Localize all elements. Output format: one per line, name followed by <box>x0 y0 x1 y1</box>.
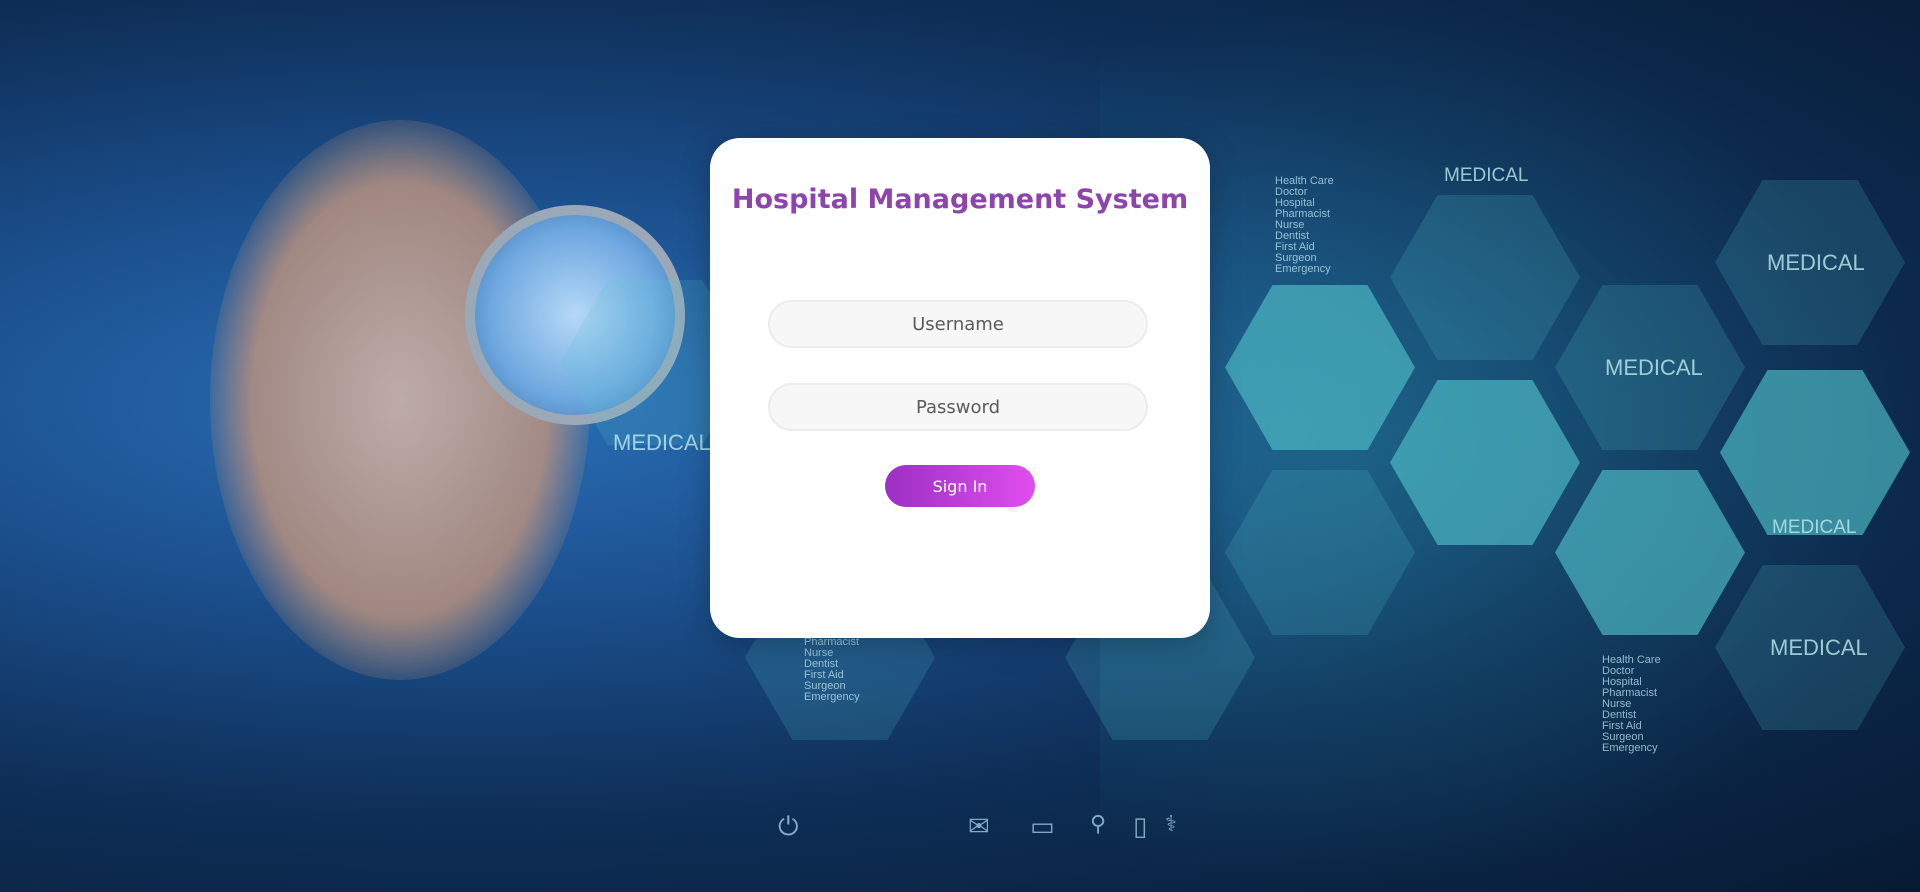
password-input[interactable] <box>768 383 1148 431</box>
hex-label: MEDICAL <box>1770 635 1868 660</box>
list-bottom-right: Health Care Doctor Hospital Pharmacist N… <box>1602 654 1661 754</box>
login-card: Hospital Management System Sign In <box>710 138 1210 638</box>
hex-label: MEDICAL <box>613 430 711 455</box>
hex-label: MEDICAL <box>1444 165 1529 186</box>
power-icon: ⏻ <box>778 812 799 842</box>
search-icon: ⚲ <box>1090 812 1107 837</box>
stethoscope-icon: ⚕ <box>1165 812 1177 837</box>
hex-label: MEDICAL <box>1772 517 1857 538</box>
hex-label: MEDICAL <box>1605 355 1703 380</box>
username-input[interactable] <box>768 300 1148 348</box>
phone-icon: ▯ <box>1133 812 1148 842</box>
list-bottom-left: Pharmacist Nurse Dentist First Aid Surge… <box>804 636 860 703</box>
monitor-icon: ▭ <box>1030 812 1055 842</box>
mail-icon: ✉ <box>968 812 990 842</box>
page-title: Hospital Management System <box>731 184 1189 215</box>
hex-label: MEDICAL <box>1767 250 1865 275</box>
list-top: Health Care Doctor Hospital Pharmacist N… <box>1275 175 1334 275</box>
sign-in-button[interactable]: Sign In <box>885 465 1035 507</box>
